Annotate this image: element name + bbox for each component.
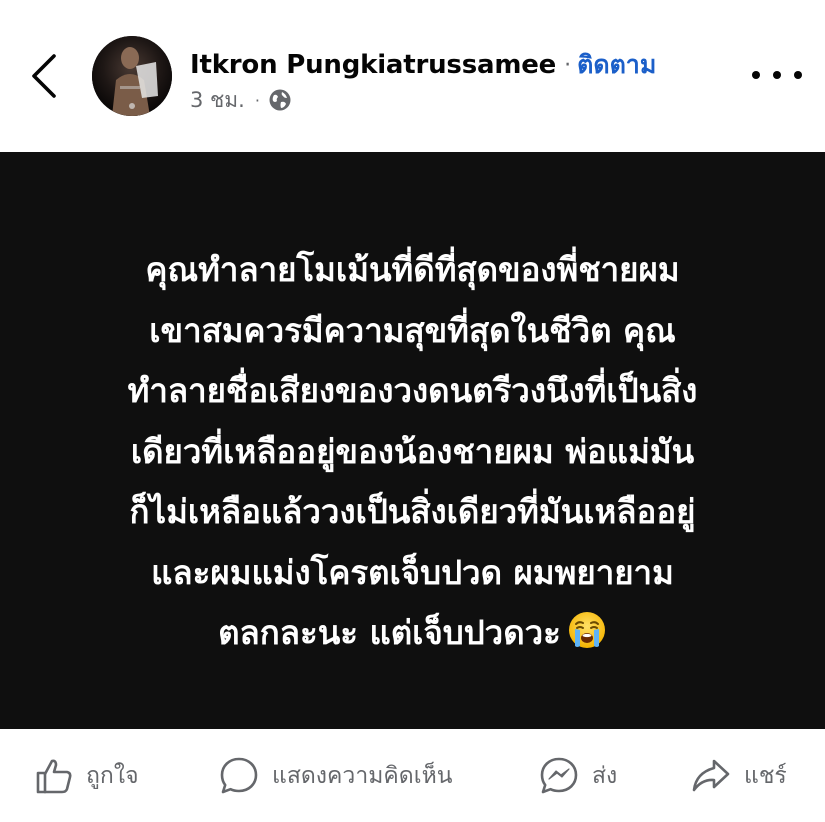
comment-bubble-icon — [220, 757, 258, 794]
more-horizontal-icon — [794, 71, 802, 79]
post-text: คุณทำลายโมเม้นที่ดีที่สุดของพี่ชายผม เขา… — [30, 240, 795, 664]
globe-icon — [268, 88, 292, 112]
post-line: คุณทำลายโมเม้นที่ดีที่สุดของพี่ชายผม — [145, 250, 680, 289]
post-page: Itkron Pungkiatrussamee · ติดตาม 3 ชม. · — [0, 0, 825, 822]
post-text-card: คุณทำลายโมเม้นที่ดีที่สุดของพี่ชายผม เขา… — [0, 152, 825, 729]
more-horizontal-icon — [773, 71, 781, 79]
post-time[interactable]: 3 ชม. — [190, 84, 245, 117]
post-meta: 3 ชม. · — [190, 84, 292, 116]
chevron-left-icon — [32, 54, 56, 98]
author-line: Itkron Pungkiatrussamee · ติดตาม — [190, 45, 656, 85]
comment-button[interactable]: แสดงความคิดเห็น — [218, 751, 452, 801]
post-line: ทำลายชื่อเสียงของวงดนตรีวงนึงที่เป็นสิ่ง — [127, 371, 698, 410]
author-name[interactable]: Itkron Pungkiatrussamee — [190, 50, 556, 80]
post-line: และผมแม่งโครตเจ็บปวด ผมพยายาม — [151, 552, 674, 592]
post-line: ตลกละนะ แต่เจ็บปวดวะ — [218, 613, 561, 652]
more-options-button[interactable] — [752, 60, 802, 90]
send-button[interactable]: ส่ง — [538, 751, 617, 801]
more-horizontal-icon — [752, 71, 760, 79]
post-header: Itkron Pungkiatrussamee · ติดตาม 3 ชม. · — [0, 0, 825, 152]
send-label: ส่ง — [592, 763, 618, 789]
author-avatar[interactable] — [92, 36, 172, 116]
follow-button[interactable]: ติดตาม — [577, 45, 656, 85]
post-line: เดียวที่เหลืออยู่ของน้องชายผม พ่อแม่มัน — [130, 431, 695, 471]
crying-face-emoji-icon — [567, 609, 607, 649]
comment-label: แสดงความคิดเห็น — [272, 763, 453, 789]
share-label: แชร์ — [744, 763, 787, 789]
avatar-image — [92, 36, 172, 116]
like-label: ถูกใจ — [86, 763, 139, 789]
share-button[interactable]: แชร์ — [690, 751, 787, 801]
name-separator: · — [564, 52, 572, 78]
thumbs-up-icon — [36, 759, 72, 794]
post-line: ก็ไม่เหลือแล้ววงเป็นสิ่งเดียวที่มันเหลือ… — [129, 492, 696, 531]
messenger-icon — [540, 757, 578, 794]
post-actions: ถูกใจ แสดงความคิดเห็น ส่ง แชร์ — [0, 729, 825, 822]
post-line: เขาสมควรมีความสุขที่สุดในชีวิต คุณ — [149, 310, 676, 350]
like-button[interactable]: ถูกใจ — [34, 751, 139, 801]
back-button[interactable] — [22, 48, 66, 104]
meta-separator: · — [254, 90, 260, 110]
share-arrow-icon — [692, 759, 730, 792]
